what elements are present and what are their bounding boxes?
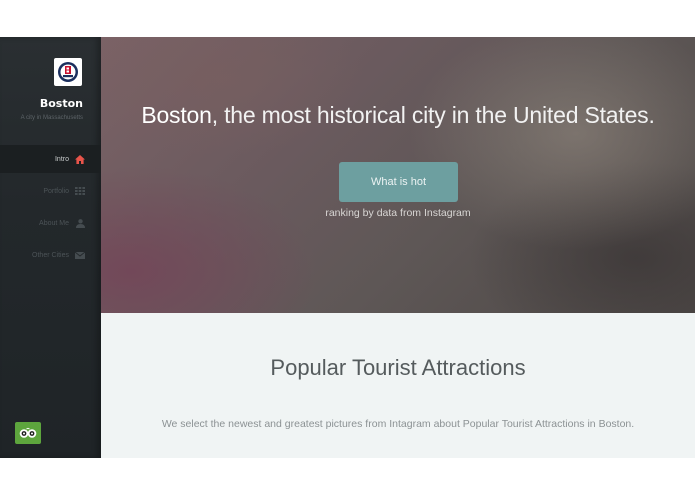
boston-strong-logo[interactable]	[54, 58, 82, 86]
logo-emblem-icon	[58, 62, 78, 82]
tripadvisor-owl-icon[interactable]	[15, 422, 41, 444]
section-description: We select the newest and greatest pictur…	[161, 418, 635, 430]
nav-item-other-cities[interactable]: Other Cities	[0, 241, 101, 269]
nav-item-label: Other Cities	[32, 251, 69, 259]
nav-item-label: Portfolio	[43, 187, 69, 195]
user-icon	[75, 218, 85, 228]
hero-subtitle: ranking by data from Instagram	[325, 207, 471, 219]
hero-title: Boston, the most historical city in the …	[101, 102, 695, 129]
hero-title-city: Boston	[141, 102, 212, 128]
app-frame: Boston A city in Massachusetts Intro Por…	[0, 37, 695, 458]
home-icon	[75, 154, 85, 164]
grid-icon	[75, 186, 85, 196]
section-title: Popular Tourist Attractions	[270, 355, 526, 380]
envelope-icon	[75, 250, 85, 260]
nav-item-portfolio[interactable]: Portfolio	[0, 177, 101, 205]
city-name: Boston	[39, 97, 83, 110]
sidebar: Boston A city in Massachusetts Intro Por…	[0, 37, 101, 458]
nav-item-intro[interactable]: Intro	[0, 145, 101, 173]
nav-item-about-me[interactable]: About Me	[0, 209, 101, 237]
nav-item-label: Intro	[54, 155, 69, 163]
attractions-section: Popular Tourist Attractions We select th…	[101, 313, 695, 458]
nav-item-label: About Me	[39, 219, 69, 227]
what-is-hot-button[interactable]: What is hot	[339, 162, 458, 202]
hero-title-rest: , the most historical city in the United…	[211, 102, 655, 128]
city-subtitle: A city in Massachusetts	[20, 115, 83, 121]
hero-banner: Boston, the most historical city in the …	[101, 37, 695, 313]
